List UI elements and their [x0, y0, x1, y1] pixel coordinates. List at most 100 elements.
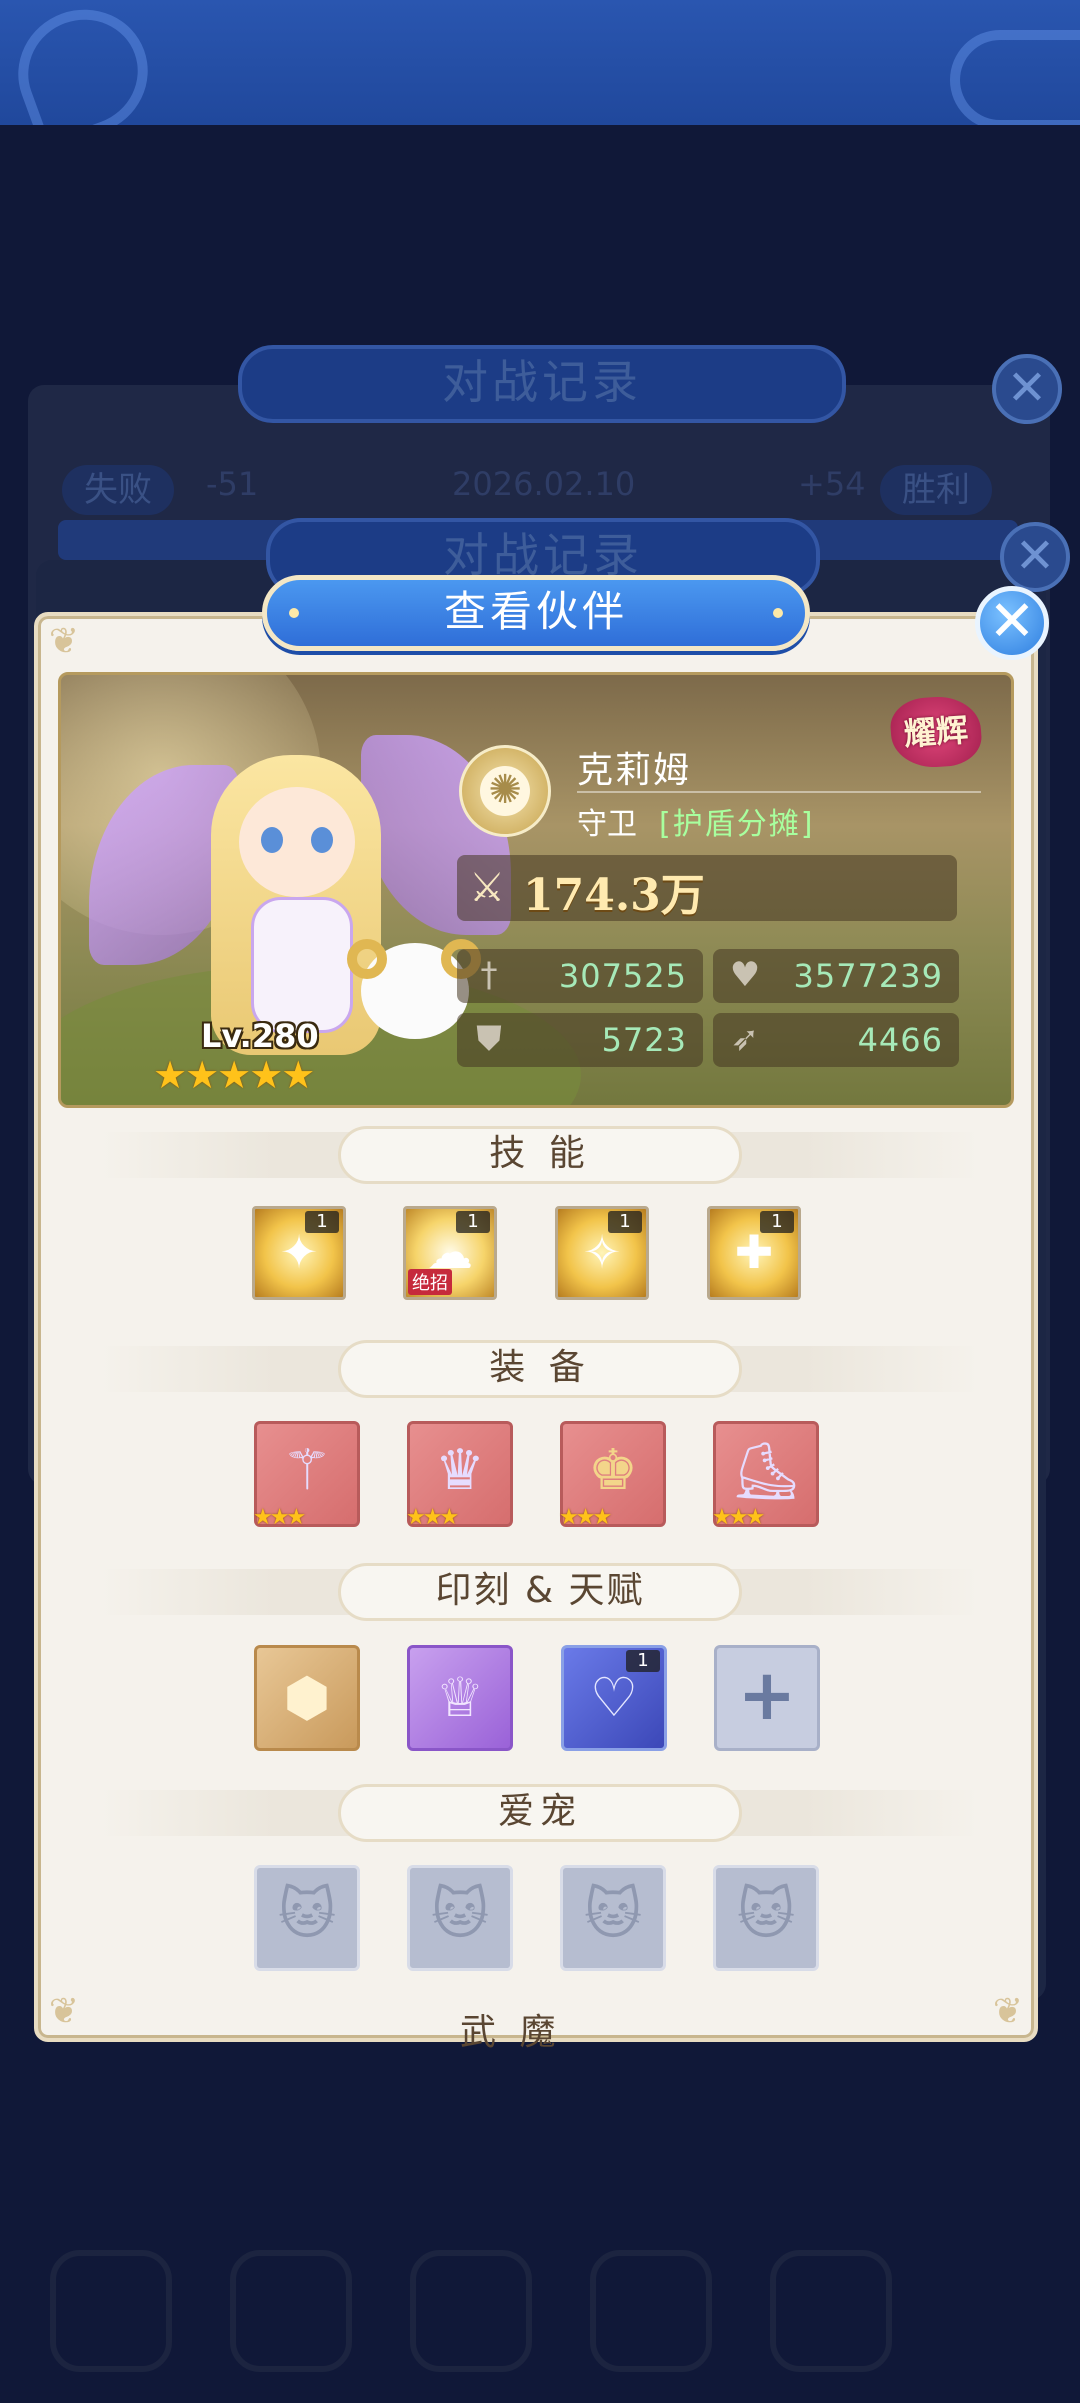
character-face [239, 787, 355, 897]
character-eye [311, 827, 333, 853]
sheep-horn-icon [347, 939, 387, 979]
stat-attack: † 307525 [457, 949, 703, 1003]
hero-role: 守卫 [577, 807, 637, 842]
rarity-badge: 耀辉 [888, 693, 984, 771]
stat-defense: ⛊ 5723 [457, 1013, 703, 1067]
banner-dot-icon [773, 608, 783, 618]
character-eye [261, 827, 283, 853]
equipment-slot[interactable]: ♛ ★★★ [406, 1421, 513, 1530]
add-talent-button[interactable]: + [714, 1645, 820, 1751]
light-skill-icon: ✧ [582, 1225, 622, 1279]
pet-slot[interactable]: 🐱 [254, 1865, 360, 1971]
corner-ornament-icon: ❦ [48, 621, 80, 662]
cat-silhouette-icon: 🐱 [430, 1882, 490, 1947]
skill-level: 1 [456, 1211, 490, 1233]
section-runes-title: 印刻 & 天赋 [435, 1570, 645, 1611]
fairy-skill-icon: ✦ [279, 1225, 319, 1279]
ultimate-tag: 绝招 [408, 1269, 452, 1295]
section-equipment-title: 装 备 [489, 1347, 591, 1388]
hero-level: Lv.280 [201, 1017, 319, 1055]
equipment-stars: ★★★ [559, 1505, 612, 1530]
section-next-partial: 武 魔 [460, 2012, 562, 2053]
heart-talent-icon: ♡ [589, 1666, 639, 1729]
power-sword-icon: ⚔ [469, 865, 505, 911]
stat-hp-value: 3577239 [793, 957, 943, 995]
skill-level: 1 [305, 1211, 339, 1233]
stat-hp: ♥ 3577239 [713, 949, 959, 1003]
skill-slot[interactable]: ☁ 1 绝招 [403, 1206, 497, 1300]
equipment-stars: ★★★ [712, 1505, 765, 1530]
divider [577, 791, 981, 793]
equipment-slot[interactable]: ♚ ★★★ [559, 1421, 666, 1530]
add-icon: + [737, 1654, 797, 1736]
class-emblem-icon: ✺ [459, 745, 551, 837]
power-value: 174.3万 [523, 870, 705, 921]
heart-icon: ♥ [729, 955, 761, 995]
skill-slot[interactable]: ✦ 1 [252, 1206, 346, 1300]
swirl-deco-icon [950, 30, 1080, 130]
sword-icon: † [480, 955, 498, 995]
talent-slot[interactable]: ♡ 1 [561, 1645, 667, 1751]
hero-tag: [护盾分摊] [659, 807, 815, 842]
character-body [251, 897, 353, 1033]
rune-slot[interactable]: ⬢ [254, 1645, 360, 1751]
skill-level: 1 [760, 1211, 794, 1233]
section-pets-title: 爱宠 [497, 1791, 582, 1832]
top-bar [0, 0, 1080, 154]
background-close-button-2[interactable]: ✕ [1000, 522, 1070, 592]
section-runes: 印刻 & 天赋 [100, 1563, 980, 1621]
cross-skill-icon: ✚ [734, 1225, 774, 1279]
modal-title: 查看伙伴 [262, 575, 810, 651]
power-bar: ⚔ 174.3万 [457, 855, 957, 921]
stat-defense-value: 5723 [601, 1021, 687, 1059]
talent-level: 1 [626, 1650, 660, 1672]
close-button[interactable]: ✕ [975, 586, 1049, 660]
equipment-slot[interactable]: ⛸ ★★★ [712, 1421, 819, 1530]
cat-silhouette-icon: 🐱 [277, 1882, 337, 1947]
skill-level: 1 [608, 1211, 642, 1233]
pet-slot[interactable]: 🐱 [407, 1865, 513, 1971]
record-date: 2026.02.10 [452, 465, 636, 503]
armor-icon: ♛ [434, 1438, 486, 1503]
boot-icon: ➶ [730, 1019, 760, 1059]
ghost-icon [590, 2250, 712, 2372]
stat-speed-value: 4466 [857, 1021, 943, 1059]
banner-dot-icon [289, 608, 299, 618]
hero-stars: ★★★★★ [153, 1053, 315, 1097]
purple-crown-rune-icon: ♕ [435, 1666, 485, 1729]
stat-speed: ➶ 4466 [713, 1013, 959, 1067]
crown-helm-icon: ♚ [587, 1438, 639, 1503]
rune-slot[interactable]: ♕ [407, 1645, 513, 1751]
skill-slot[interactable]: ✧ 1 [555, 1206, 649, 1300]
section-skills: 技 能 [100, 1126, 980, 1184]
hero-name: 克莉姆 [577, 750, 692, 791]
cat-silhouette-icon: 🐱 [583, 1882, 643, 1947]
section-pets: 爱宠 [100, 1784, 980, 1842]
shield-icon: ⛊ [476, 1019, 502, 1059]
corner-ornament-icon: ❦ [48, 1991, 80, 2032]
staff-icon: ⚚ [281, 1438, 333, 1503]
background-banner-record: 对战记录 [238, 345, 846, 423]
background-close-button[interactable]: ✕ [992, 354, 1062, 424]
boot-icon: ⛸ [730, 1439, 802, 1504]
equipment-slot[interactable]: ⚚ ★★★ [253, 1421, 360, 1530]
ghost-icon [50, 2250, 172, 2372]
section-skills-title: 技 能 [489, 1133, 591, 1174]
equipment-stars: ★★★ [406, 1505, 459, 1530]
section-equipment: 装 备 [100, 1340, 980, 1398]
modal-title-text: 查看伙伴 [443, 587, 628, 636]
ghost-icon [770, 2250, 892, 2372]
stat-attack-value: 307525 [558, 957, 687, 995]
cat-silhouette-icon: 🐱 [736, 1882, 796, 1947]
equipment-stars: ★★★ [253, 1505, 306, 1530]
skill-slot[interactable]: ✚ 1 [707, 1206, 801, 1300]
corner-ornament-icon: ❦ [992, 1991, 1024, 2032]
ghost-icon [410, 2250, 532, 2372]
pet-slot[interactable]: 🐱 [560, 1865, 666, 1971]
gold-rune-icon: ⬢ [283, 1666, 331, 1729]
record-lose-delta: -51 [206, 465, 259, 503]
record-win-label: 胜利 [880, 465, 992, 515]
pet-slot[interactable]: 🐱 [713, 1865, 819, 1971]
hero-card[interactable]: Lv.280 ★★★★★ ✺ 克莉姆 守卫 [护盾分摊] 耀辉 ⚔ 174.3万… [58, 672, 1014, 1108]
record-win-delta: +54 [798, 465, 866, 503]
